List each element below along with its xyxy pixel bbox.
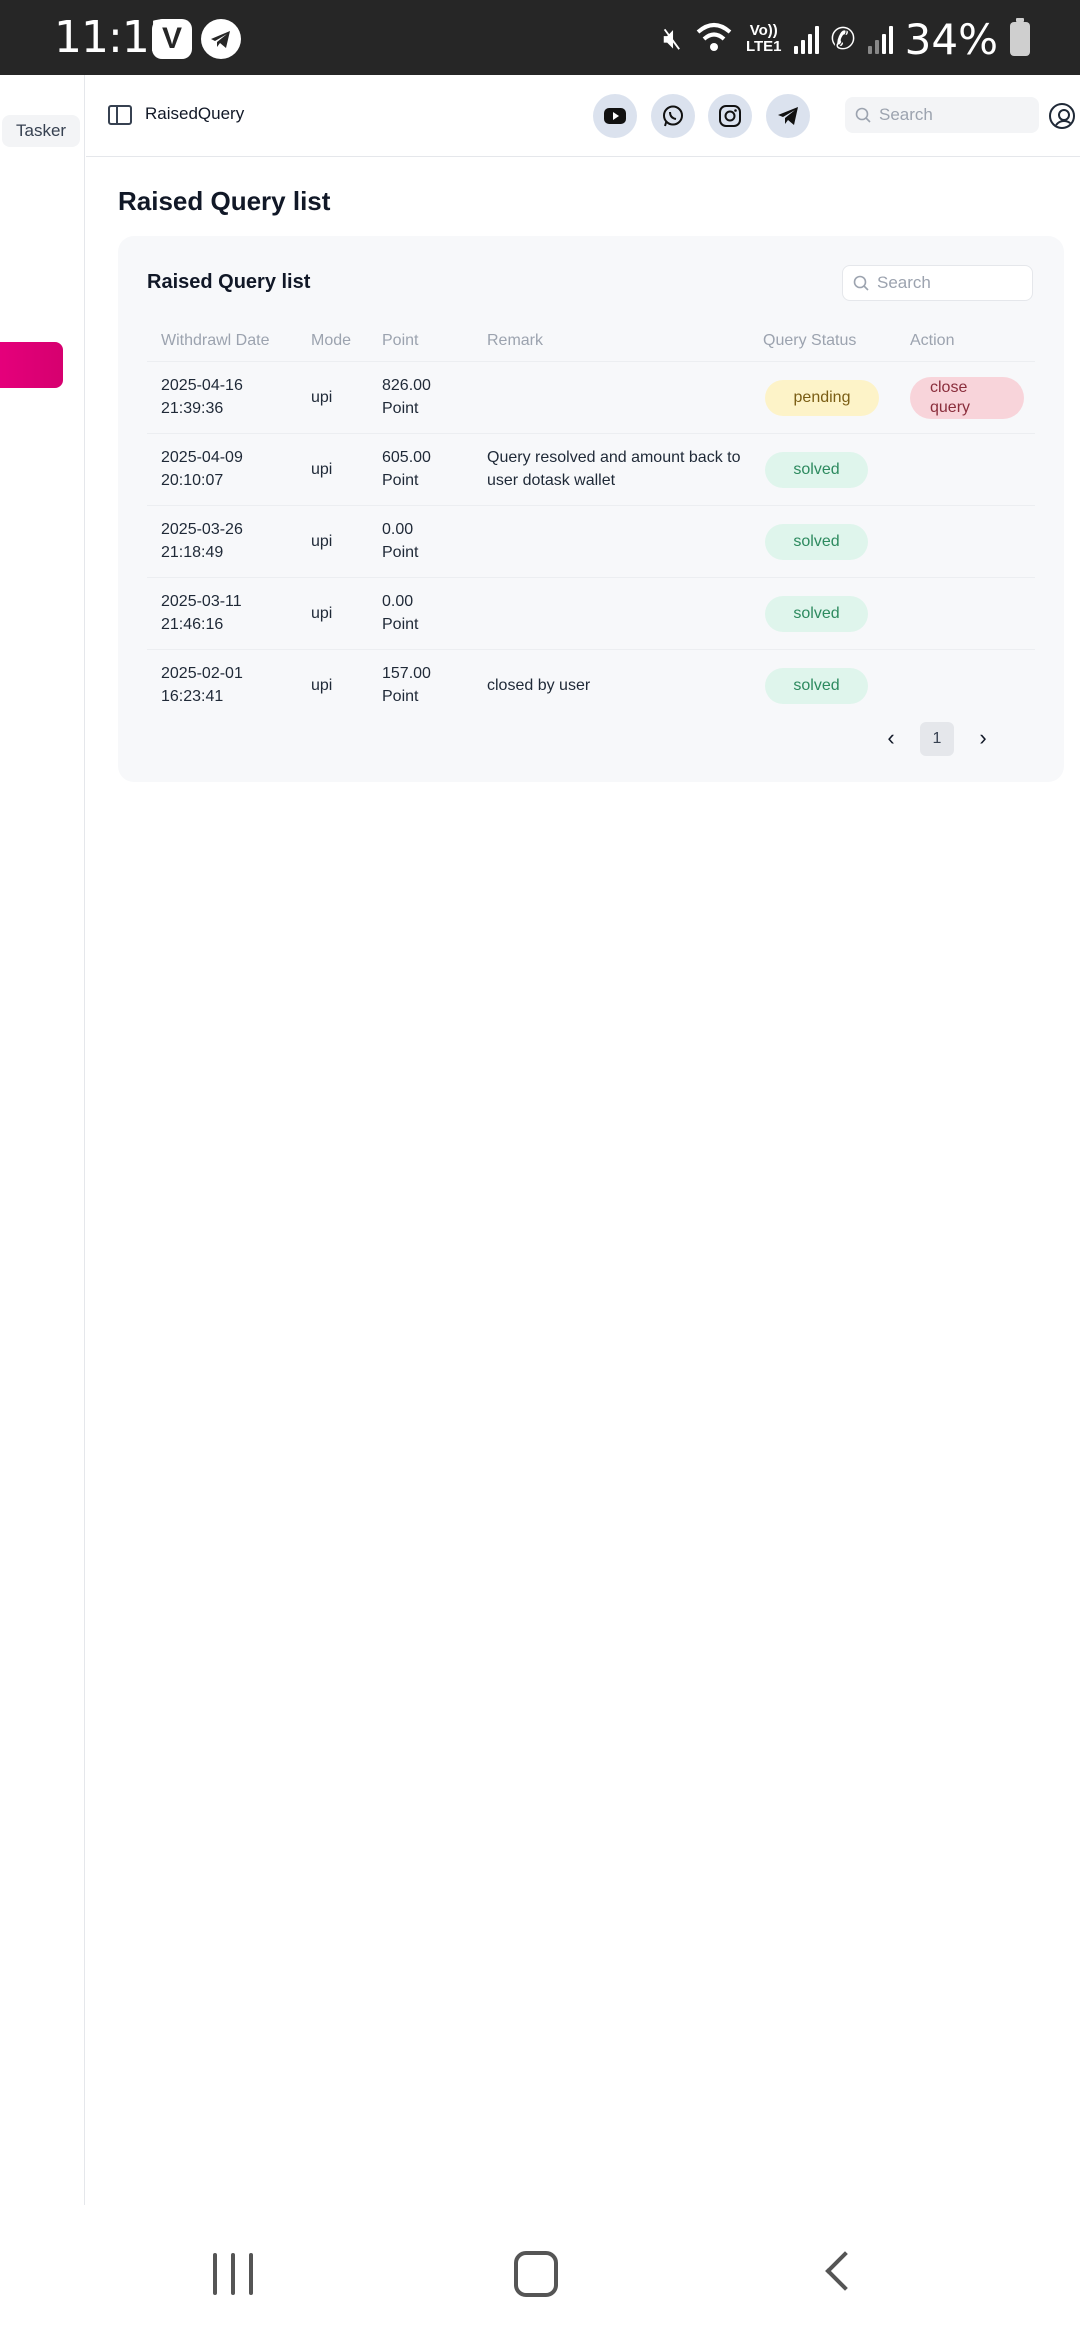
withdrawl-date: 2025-03-26 21:18:49	[161, 521, 243, 561]
header-search-input[interactable]	[879, 105, 1019, 125]
header-search[interactable]	[845, 97, 1039, 133]
mute-icon: 🔇︎	[663, 22, 682, 55]
battery-icon	[1010, 18, 1030, 56]
card-title: Raised Query list	[147, 271, 311, 293]
chevron-left-icon[interactable]: ‹	[878, 722, 904, 756]
withdrawl-date: 2025-04-09 20:10:07	[161, 449, 243, 489]
table-search-input[interactable]	[877, 273, 1017, 293]
pagination: ‹ 1 ›	[878, 722, 996, 756]
point: 157.00 Point	[382, 665, 431, 705]
status-indicators: 🔇︎ Vo)) LTE1 ✆ 34%	[663, 14, 1030, 64]
table-header: Withdrawl Date Mode Point Remark Query S…	[147, 324, 1035, 362]
column-header[interactable]: Action	[910, 332, 954, 350]
system-nav-bar	[0, 2205, 1080, 2340]
sidebar-brand[interactable]: Tasker	[2, 115, 81, 147]
wifi-icon	[696, 23, 732, 51]
remark: Query resolved and amount back to user d…	[487, 449, 741, 489]
remark: closed by user	[487, 677, 591, 694]
mode: upi	[311, 605, 333, 622]
query-list-card: Raised Query list Withdrawl Date Mode Po…	[118, 236, 1064, 782]
chevron-right-icon[interactable]: ›	[970, 722, 996, 756]
sidebar-active-item[interactable]	[0, 342, 63, 388]
telegram-icon	[201, 19, 241, 59]
table-search[interactable]	[842, 265, 1033, 301]
table-row: 2025-02-01 16:23:41 upi 157.00 Point close…	[147, 650, 1035, 722]
sidebar: Tasker	[0, 75, 85, 2205]
search-icon	[855, 107, 871, 123]
table-row: 2025-03-11 21:46:16 upi 0.00 Point solved	[147, 578, 1035, 650]
top-header: RaisedQuery	[86, 75, 1080, 157]
status-badge: pending	[765, 380, 879, 416]
column-header[interactable]: Point	[382, 332, 418, 350]
point: 605.00 Point	[382, 449, 431, 489]
point: 0.00 Point	[382, 521, 419, 561]
point: 0.00 Point	[382, 593, 419, 633]
table-row: 2025-04-09 20:10:07 upi 605.00 Point Query…	[147, 434, 1035, 506]
signal-2-icon	[867, 24, 893, 54]
recents-icon[interactable]	[213, 2253, 253, 2295]
youtube-icon[interactable]	[593, 94, 637, 138]
mode: upi	[311, 461, 333, 478]
table-row: 2025-04-16 21:39:36 upi 826.00 Point pendi…	[147, 362, 1035, 434]
column-header[interactable]: Mode	[311, 332, 351, 350]
wifi-calling-icon: ✆	[830, 22, 856, 56]
withdrawl-date: 2025-02-01 16:23:41	[161, 665, 243, 705]
sidebar-toggle-icon[interactable]	[108, 105, 132, 125]
instagram-icon[interactable]	[708, 94, 752, 138]
page-title: Raised Query list	[118, 186, 331, 216]
home-icon[interactable]	[514, 2251, 558, 2297]
status-bar: 11:13 V 🔇︎ Vo)) LTE1 ✆ 34%	[0, 0, 1080, 75]
user-account-icon[interactable]	[1049, 103, 1075, 129]
battery-percent: 34%	[904, 14, 998, 64]
close-query-button[interactable]: close query	[910, 377, 1024, 419]
back-icon[interactable]	[825, 2251, 865, 2291]
page-number[interactable]: 1	[920, 722, 954, 756]
telegram-icon[interactable]	[766, 94, 810, 138]
status-badge: solved	[765, 596, 868, 632]
column-header[interactable]: Query Status	[763, 332, 856, 350]
point: 826.00 Point	[382, 377, 431, 417]
column-header[interactable]: Remark	[487, 332, 543, 350]
column-header[interactable]: Withdrawl Date	[161, 332, 269, 350]
signal-icon	[793, 24, 819, 54]
status-badge: solved	[765, 668, 868, 704]
breadcrumb: RaisedQuery	[145, 104, 245, 123]
volte-indicator: Vo)) LTE1	[745, 22, 782, 55]
mode: upi	[311, 389, 333, 406]
mode: upi	[311, 677, 333, 694]
vivo-icon: V	[152, 19, 192, 59]
status-badge: solved	[765, 452, 868, 488]
table-row: 2025-03-26 21:18:49 upi 0.00 Point solved	[147, 506, 1035, 578]
status-badge: solved	[765, 524, 868, 560]
withdrawl-date: 2025-04-16 21:39:36	[161, 377, 243, 417]
withdrawl-date: 2025-03-11 21:46:16	[161, 593, 242, 633]
mode: upi	[311, 533, 333, 550]
search-icon	[853, 275, 869, 291]
whatsapp-icon[interactable]	[651, 94, 695, 138]
